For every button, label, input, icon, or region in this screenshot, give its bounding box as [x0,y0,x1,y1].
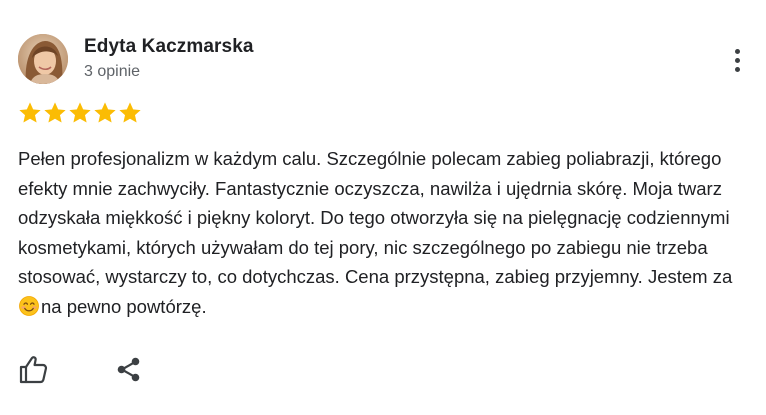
smiling-face-icon [19,296,39,316]
review-count: 3 opinie [84,63,141,80]
more-vert-icon [734,48,740,54]
review-text-body: Pełen profesjonalizm w każdym calu. Szcz… [18,148,733,288]
more-vert-icon-dot [734,57,740,63]
star-icon [44,102,66,123]
share-icon [117,357,140,382]
star-icon [94,102,116,123]
like-button[interactable] [16,352,52,386]
share-button[interactable] [112,352,148,386]
review-text-ending: na pewno powtórzę. [41,295,207,317]
reviewer-name[interactable]: Edyta Kaczmarska [84,36,254,58]
review-card: Edyta Kaczmarska 3 opinie Pełen profesjo… [0,0,766,415]
star-icon [119,102,141,123]
star-icon [69,102,91,123]
star-icon [19,102,41,123]
reviewer-photo [18,34,68,84]
more-vert-icon-dot [734,66,740,72]
star-rating [17,100,142,126]
thumb-up-icon [19,356,48,384]
review-text: Pełen profesjonalizm w każdym calu. Szcz… [18,144,753,322]
more-options-button[interactable] [722,42,752,78]
reviewer-avatar[interactable] [18,34,68,84]
